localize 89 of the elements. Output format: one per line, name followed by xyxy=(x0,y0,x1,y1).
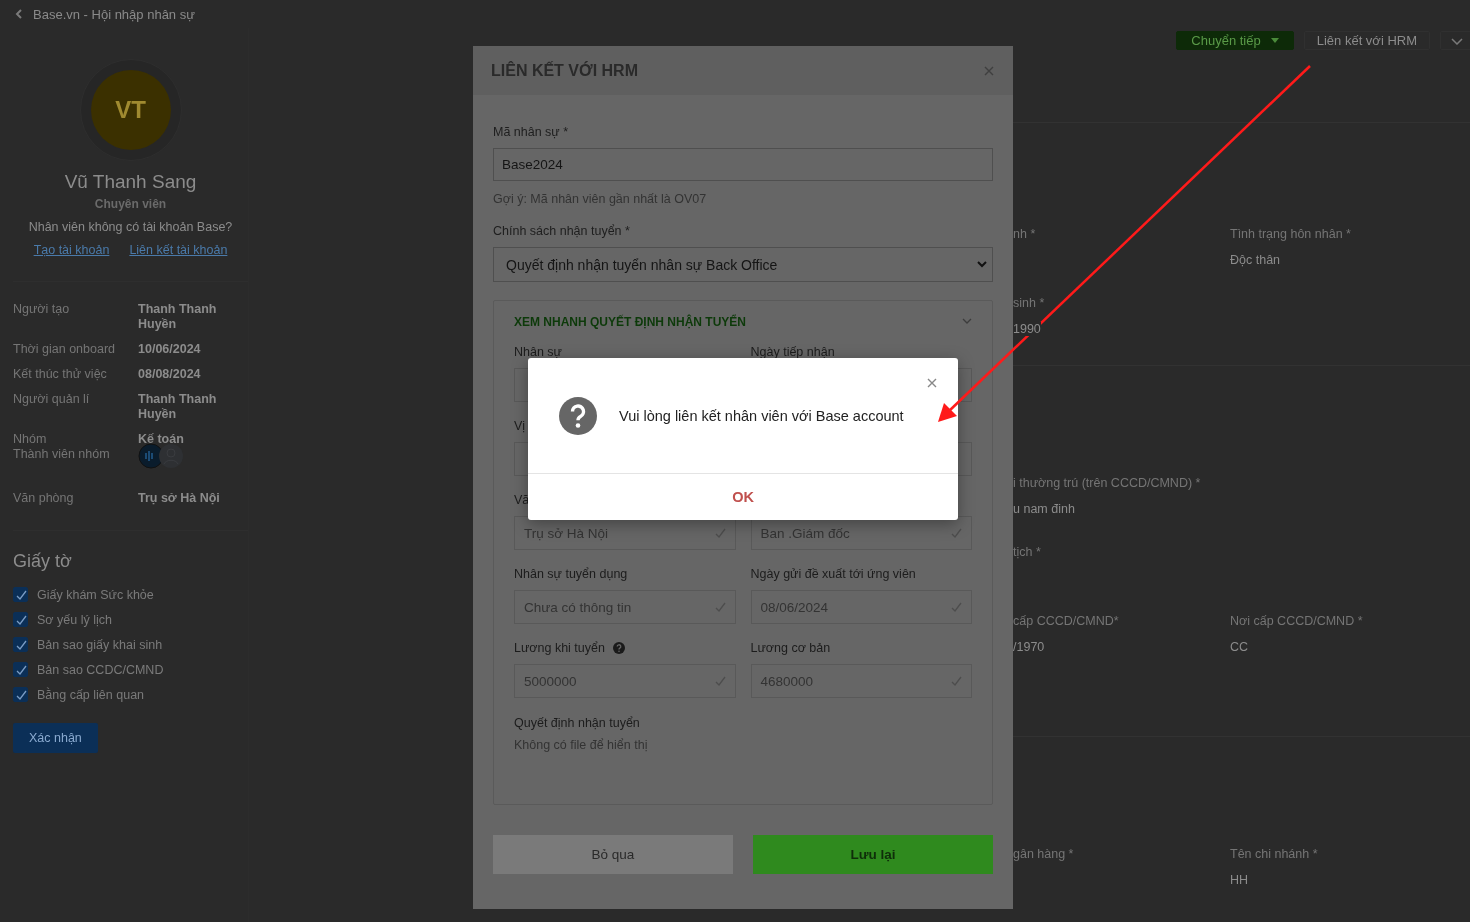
checkbox[interactable] xyxy=(13,637,28,652)
field-label: Vị xyxy=(514,418,526,433)
field-label: sinh * xyxy=(1013,296,1046,310)
help-icon xyxy=(612,641,625,654)
field-value: Độc thân xyxy=(1230,253,1281,267)
field-label: tịch * xyxy=(1013,545,1042,559)
question-icon xyxy=(558,395,598,436)
field-value: u nam đinh xyxy=(1013,502,1075,516)
account-link[interactable]: Liên kết tài khoản xyxy=(129,243,228,257)
detail-value: Trụ sở Hà Nội xyxy=(138,491,221,506)
chevron-down-icon xyxy=(962,318,972,326)
check-icon xyxy=(713,527,726,539)
user-avatar: VT xyxy=(90,70,171,150)
check-icon xyxy=(950,601,962,613)
collapse-toggle[interactable] xyxy=(962,318,972,326)
chevron-down-icon xyxy=(1451,38,1463,45)
field-label: Chính sách nhận tuyển * xyxy=(493,224,631,238)
confirm-button[interactable]: Xác nhận xyxy=(13,723,98,753)
field-label: Mã nhân sự * xyxy=(493,125,570,139)
checkbox-label: Bằng cấp liên quan xyxy=(37,687,145,702)
link-hrm-button[interactable]: Liên kết với HRM xyxy=(1303,31,1430,50)
forward-button[interactable]: Chuyển tiếp xyxy=(1176,31,1294,50)
save-button[interactable]: Lưu lại xyxy=(753,835,993,874)
employee-code-field[interactable]: Base2024 xyxy=(493,148,993,181)
close-button[interactable] xyxy=(926,377,938,389)
field-label: Ngày gửi đề xuất tới ứng viên xyxy=(750,566,916,581)
check-icon xyxy=(713,675,726,687)
field-label: Ngày tiếp nhận xyxy=(750,344,835,359)
checkbox-label: Bản sao CCDC/CMND xyxy=(37,662,164,677)
checkbox-label: Bản sao giấy khai sinh xyxy=(37,637,163,652)
employee-title: Chuyên viên xyxy=(94,197,167,211)
field-value: CC xyxy=(1230,640,1249,654)
field-label: Lương khi tuyển xyxy=(514,640,605,655)
checkbox-label: Giấy khám Sức khỏe xyxy=(37,587,154,602)
checkbox[interactable] xyxy=(13,612,28,627)
section-heading: Giấy tờ xyxy=(13,551,73,572)
caret-icon xyxy=(1270,38,1279,43)
detail-value: Thanh Thanh Huyền xyxy=(138,392,218,422)
field-value: HH xyxy=(1230,873,1249,887)
check-icon xyxy=(14,588,27,601)
field-label: nh * xyxy=(1013,227,1037,241)
alert-message: Vui lòng liên kết nhân viên với Base account xyxy=(619,407,904,424)
detail-label: Thành viên nhóm xyxy=(13,447,111,462)
account-prompt: Nhân viên không có tài khoản Base? xyxy=(28,220,233,234)
detail-label: Văn phòng xyxy=(13,491,75,506)
check-icon xyxy=(14,663,27,676)
detail-value: Kế toán xyxy=(138,432,185,447)
field-label: Lương cơ bản xyxy=(750,640,831,655)
check-icon xyxy=(14,613,27,626)
detail-value: 08/08/2024 xyxy=(138,367,202,382)
detail-value: Thanh Thanh Huyền xyxy=(138,302,218,332)
detail-label: Người quản lí xyxy=(13,392,91,408)
checkbox[interactable] xyxy=(13,587,28,602)
detail-label: Kết thúc thử việc xyxy=(13,367,108,382)
policy-dropdown[interactable]: Quyết định nhận tuyển nhân sự Back Office xyxy=(493,247,993,282)
field-value: 1990 xyxy=(1013,322,1041,336)
check-icon xyxy=(713,601,726,613)
check-icon xyxy=(14,688,27,701)
detail-label: Người tạo xyxy=(13,302,71,318)
field-value: /1970 xyxy=(1013,640,1045,654)
detail-label: Thời gian onboard xyxy=(13,342,116,357)
field-label: gân hàng * xyxy=(1013,847,1075,861)
close-icon xyxy=(926,377,938,389)
field-label: Nhân sự tuyển dụng xyxy=(514,566,628,581)
detail-value: 10/06/2024 xyxy=(138,342,202,357)
account-link[interactable]: Tạo tài khoản xyxy=(33,243,110,257)
field-label: cấp CCCD/CMND* xyxy=(1013,614,1120,628)
member-avatar-icon xyxy=(158,443,184,469)
check-icon xyxy=(14,638,27,651)
checkbox-label: Sơ yếu lý lịch xyxy=(37,612,112,627)
detail-label: Nhóm xyxy=(13,432,48,447)
field-label: Tên chi nhánh * xyxy=(1230,847,1319,861)
close-icon xyxy=(983,64,995,77)
chevron-down-icon xyxy=(977,261,987,268)
field-label: Nơi cấp CCCD/CMND * xyxy=(1230,614,1364,628)
check-icon xyxy=(950,675,962,687)
checkbox[interactable] xyxy=(13,662,28,677)
breadcrumb-title[interactable]: Base.vn - Hội nhập nhân sự xyxy=(33,6,195,22)
field-label: Quyết định nhận tuyển xyxy=(514,716,641,730)
employee-name: Vũ Thanh Sang xyxy=(64,171,197,193)
back-icon xyxy=(15,9,23,19)
field-label: Vă xyxy=(514,492,530,507)
field-label: Tình trạng hôn nhân * xyxy=(1230,227,1352,241)
field-label: Nhân sự xyxy=(514,344,562,359)
field-label: i thường trú (trên CCCD/CMND) * xyxy=(1013,476,1202,490)
skip-button[interactable]: Bỏ qua xyxy=(493,835,733,874)
check-icon xyxy=(950,527,962,539)
checkbox[interactable] xyxy=(13,687,28,702)
section-heading: XEM NHANH QUYẾT ĐỊNH NHẬN TUYỂN xyxy=(514,315,746,329)
